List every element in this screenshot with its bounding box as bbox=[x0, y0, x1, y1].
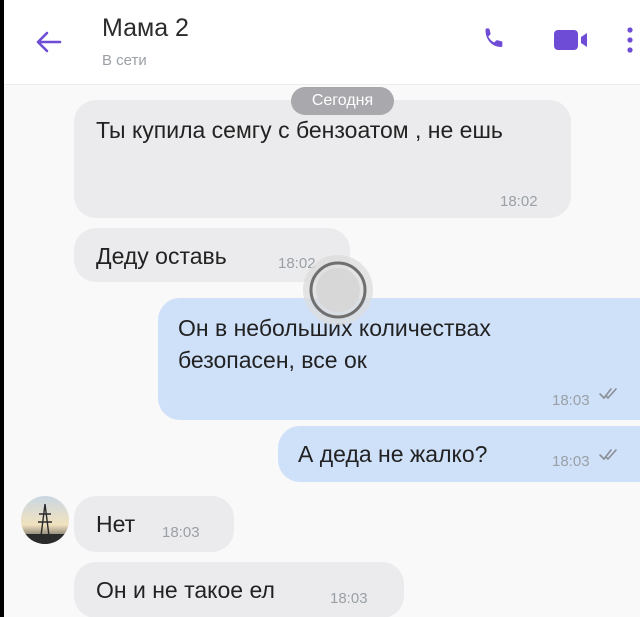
message-text: А деда не жалко? bbox=[298, 441, 488, 467]
more-vertical-icon[interactable] bbox=[624, 26, 636, 54]
message-text: Он в небольших количествах безопасен, вс… bbox=[178, 315, 491, 373]
message-bubble-incoming[interactable]: Нет 18:03 bbox=[74, 496, 234, 552]
read-ticks-icon bbox=[599, 449, 617, 461]
message-text: Деду оставь bbox=[96, 243, 227, 269]
chat-header: Мама 2 В сети bbox=[4, 0, 640, 85]
message-text: Нет bbox=[96, 511, 136, 537]
loading-spinner-icon bbox=[303, 255, 373, 325]
message-time: 18:03 bbox=[552, 453, 590, 470]
message-text: Он и не такое ел bbox=[96, 577, 275, 603]
read-ticks-icon bbox=[599, 388, 617, 400]
avatar-image bbox=[21, 496, 69, 544]
message-text: Ты купила семгу с бензоатом , не ешь bbox=[96, 117, 503, 143]
contact-name[interactable]: Мама 2 bbox=[102, 14, 189, 43]
message-bubble-incoming[interactable]: Ты купила семгу с бензоатом , не ешь 18:… bbox=[74, 100, 571, 218]
message-time: 18:03 bbox=[162, 524, 200, 541]
video-camera-icon[interactable] bbox=[552, 26, 592, 54]
chat-screen: Мама 2 В сети Ты купила семгу с бензоато… bbox=[4, 0, 640, 617]
contact-status: В сети bbox=[102, 52, 147, 69]
message-time: 18:03 bbox=[552, 392, 590, 409]
message-bubble-outgoing[interactable]: Он в небольших количествах безопасен, вс… bbox=[158, 298, 640, 420]
back-arrow-icon[interactable] bbox=[30, 24, 66, 60]
message-time: 18:02 bbox=[500, 193, 538, 210]
contact-avatar[interactable] bbox=[21, 496, 69, 544]
date-separator: Сегодня bbox=[291, 87, 394, 115]
message-bubble-incoming[interactable]: Он и не такое ел 18:03 bbox=[74, 562, 404, 617]
message-time: 18:03 bbox=[330, 590, 368, 607]
message-bubble-outgoing[interactable]: А деда не жалко? 18:03 bbox=[278, 426, 640, 482]
phone-icon[interactable] bbox=[480, 24, 510, 54]
